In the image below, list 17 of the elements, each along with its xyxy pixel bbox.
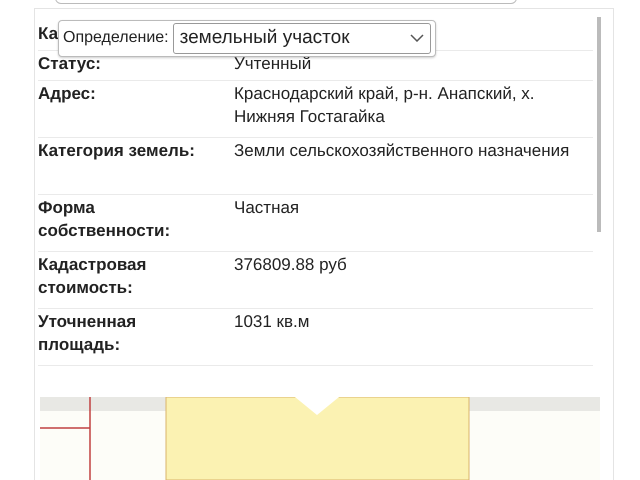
field-label: Адрес: [38,83,96,105]
field-label: Статус: [38,53,101,75]
field-value: 376809.88 руб [234,254,348,276]
chevron-icon [410,34,424,42]
definition-label: Определение: [63,28,169,48]
field-label: Категория земель: [38,140,195,162]
field-value: Земли сельскохозяйственного назначения [234,140,570,162]
definition-select[interactable]: земельный участок [172,23,431,54]
field-value: Частная [234,197,300,219]
field-value: Краснодарский край, р-н. Анапский, х. Нижняя Гостагайка [234,83,536,128]
field-value: 1031 кв.м [234,311,310,333]
field-label: Форма собственности: [38,197,172,242]
field-value: Учтенный [234,53,312,75]
field-label: Кадастровая стоимость: [38,254,148,299]
scrollbar[interactable] [597,17,601,232]
field-label: Уточненная площадь: [38,311,138,356]
field-label: Ка [38,23,58,45]
